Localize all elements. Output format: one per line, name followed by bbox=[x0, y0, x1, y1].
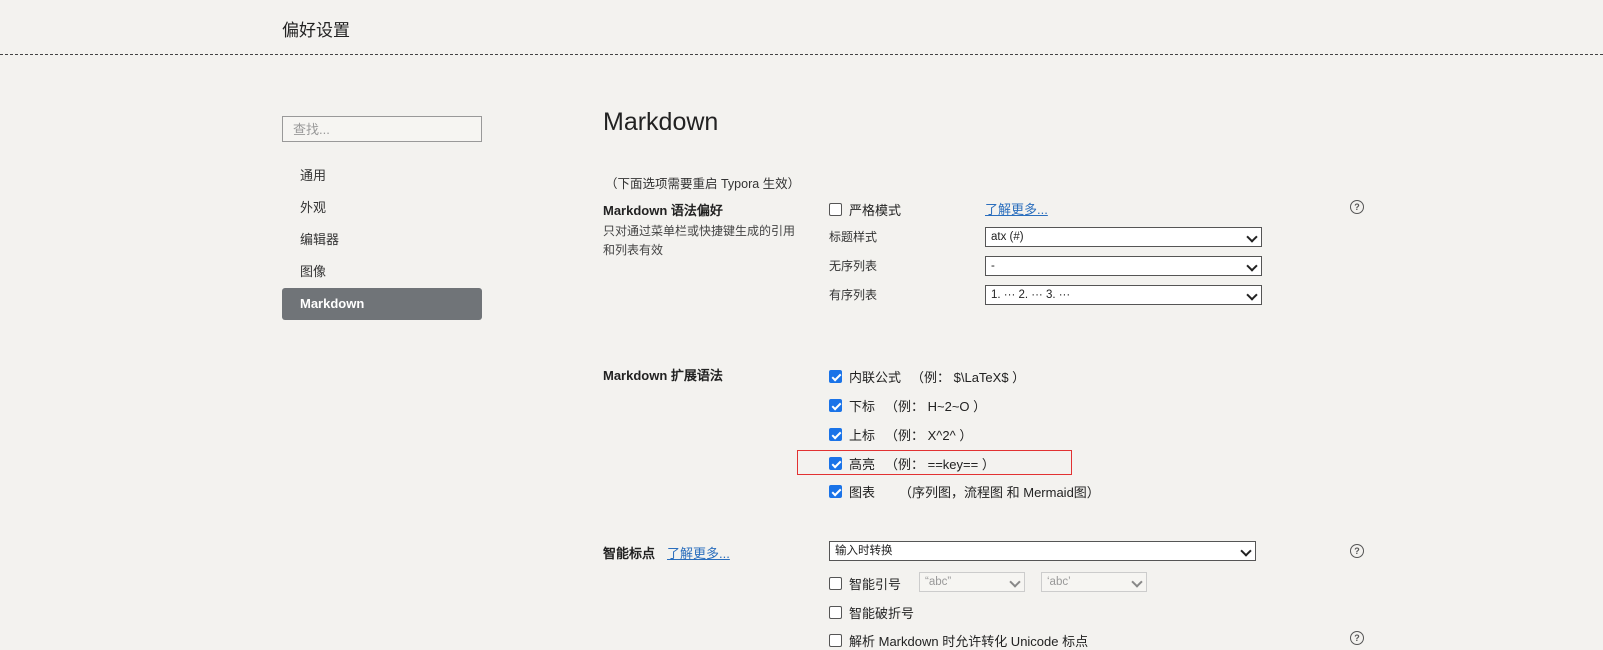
sidebar-item-appearance[interactable]: 外观 bbox=[282, 192, 482, 224]
sidebar-item-image[interactable]: 图像 bbox=[282, 256, 482, 288]
sidebar-nav: 通用 外观 编辑器 图像 Markdown bbox=[282, 160, 482, 320]
highlight-label: 高亮 bbox=[849, 457, 876, 472]
diagrams-example: （序列图，流程图 和 Mermaid图） bbox=[899, 485, 1100, 500]
unordered-list-label: 无序列表 bbox=[829, 259, 878, 273]
heading-style-value: atx (#) bbox=[991, 231, 1024, 243]
inline-math-example: （例： $\LaTeX$ ） bbox=[911, 370, 1026, 385]
superscript-example: （例： X^2^ ） bbox=[885, 428, 973, 443]
smart-punctuation-help-icon[interactable]: ? bbox=[1350, 544, 1364, 558]
smart-quotes-checkbox[interactable] bbox=[829, 577, 842, 590]
diagrams-checkbox[interactable] bbox=[829, 485, 842, 498]
inline-math-label: 内联公式 bbox=[849, 370, 902, 385]
unordered-list-value: - bbox=[991, 260, 995, 272]
highlight-example: （例： ==key== ） bbox=[885, 457, 995, 472]
single-quote-style-value: ‘abc’ bbox=[1047, 576, 1071, 588]
smart-dash-checkbox[interactable] bbox=[829, 606, 842, 619]
smart-dash-option[interactable]: 智能破折号 bbox=[829, 603, 914, 622]
single-quote-style-select[interactable]: ‘abc’ bbox=[1041, 572, 1147, 592]
ordered-list-select[interactable]: 1. ··· 2. ··· 3. ··· bbox=[985, 285, 1262, 305]
syntax-learn-more-link[interactable]: 了解更多... bbox=[985, 199, 1048, 218]
syntax-preference-description: 只对通过菜单栏或快捷键生成的引用和列表有效 bbox=[603, 224, 796, 257]
chevron-down-icon bbox=[1240, 545, 1252, 557]
sidebar-item-markdown[interactable]: Markdown bbox=[282, 288, 482, 320]
ordered-list-value: 1. ··· 2. ··· 3. ··· bbox=[991, 289, 1071, 301]
title-bar: 偏好设置 bbox=[0, 0, 1603, 55]
extensions-heading: Markdown 扩展语法 bbox=[603, 368, 723, 383]
highlight-checkbox[interactable] bbox=[829, 457, 842, 470]
unicode-help-icon[interactable]: ? bbox=[1350, 631, 1364, 645]
sidebar-item-editor[interactable]: 编辑器 bbox=[282, 224, 482, 256]
diagrams-option[interactable]: 图表 （序列图，流程图 和 Mermaid图） bbox=[829, 482, 1100, 501]
smart-punctuation-mode-select[interactable]: 输入时转换 bbox=[829, 541, 1256, 561]
subscript-example: （例： H~2~O ） bbox=[885, 399, 987, 414]
window-title: 偏好设置 bbox=[282, 21, 350, 40]
highlight-option[interactable]: 高亮 （例： ==key== ） bbox=[829, 454, 995, 473]
inline-math-checkbox[interactable] bbox=[829, 370, 842, 383]
chevron-down-icon bbox=[1246, 289, 1258, 301]
ordered-list-label: 有序列表 bbox=[829, 288, 878, 302]
strict-mode-checkbox[interactable] bbox=[829, 203, 842, 216]
smart-dash-label: 智能破折号 bbox=[849, 606, 915, 621]
subscript-option[interactable]: 下标 （例： H~2~O ） bbox=[829, 396, 986, 415]
superscript-option[interactable]: 上标 （例： X^2^ ） bbox=[829, 425, 972, 444]
smart-punctuation-learn-more-link[interactable]: 了解更多... bbox=[667, 543, 730, 562]
restart-note: （下面选项需要重启 Typora 生效） bbox=[605, 177, 801, 191]
smart-quotes-label: 智能引号 bbox=[849, 577, 902, 592]
superscript-checkbox[interactable] bbox=[829, 428, 842, 441]
syntax-help-icon[interactable]: ? bbox=[1350, 200, 1364, 214]
subscript-checkbox[interactable] bbox=[829, 399, 842, 412]
inline-math-option[interactable]: 内联公式 （例： $\LaTeX$ ） bbox=[829, 367, 1025, 386]
chevron-down-icon bbox=[1246, 231, 1258, 243]
heading-style-label: 标题样式 bbox=[829, 230, 878, 244]
sidebar-item-general[interactable]: 通用 bbox=[282, 160, 482, 192]
unordered-list-select[interactable]: - bbox=[985, 256, 1262, 276]
smart-quotes-option[interactable]: 智能引号 bbox=[829, 574, 901, 593]
subscript-label: 下标 bbox=[849, 399, 876, 414]
superscript-label: 上标 bbox=[849, 428, 876, 443]
smart-punctuation-header: 智能标点 了解更多... bbox=[603, 543, 730, 562]
page-title: Markdown bbox=[603, 108, 719, 136]
chevron-down-icon bbox=[1246, 260, 1258, 272]
heading-style-select[interactable]: atx (#) bbox=[985, 227, 1262, 247]
smart-punctuation-mode-value: 输入时转换 bbox=[835, 545, 893, 557]
chevron-down-icon bbox=[1131, 576, 1143, 588]
smart-punctuation-heading: 智能标点 bbox=[603, 546, 656, 561]
strict-mode-label: 严格模式 bbox=[849, 203, 902, 218]
strict-mode-option[interactable]: 严格模式 bbox=[829, 200, 901, 219]
syntax-preference-heading: Markdown 语法偏好 bbox=[603, 203, 723, 218]
double-quote-style-value: “abc” bbox=[925, 576, 952, 588]
double-quote-style-select[interactable]: “abc” bbox=[919, 572, 1025, 592]
search-input[interactable] bbox=[282, 116, 482, 142]
chevron-down-icon bbox=[1009, 576, 1021, 588]
diagrams-label: 图表 bbox=[849, 485, 876, 500]
